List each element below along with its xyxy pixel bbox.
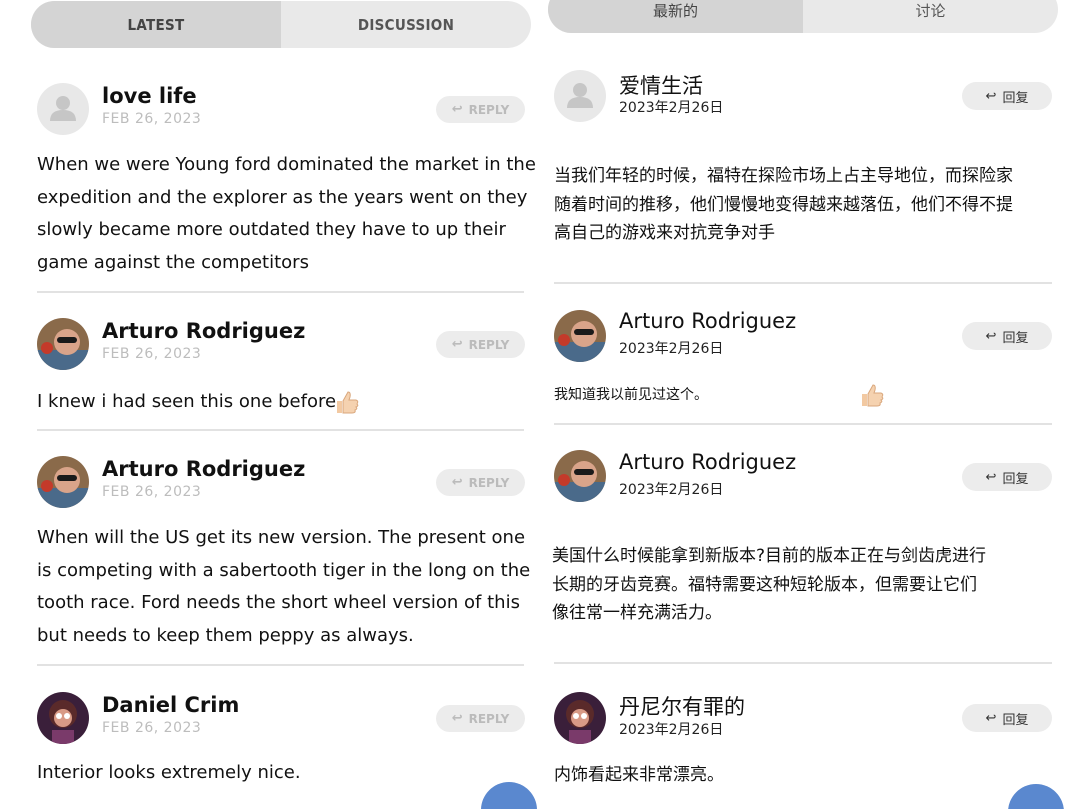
comment-author[interactable]: Daniel Crim bbox=[102, 693, 239, 717]
reply-arrow-icon: ↩ bbox=[985, 710, 997, 726]
reply-arrow-icon: ↩ bbox=[451, 475, 463, 490]
user-photo-avatar[interactable] bbox=[554, 450, 606, 502]
reply-button[interactable]: ↩ 回复 bbox=[962, 322, 1052, 350]
comment-date: FEB 26, 2023 bbox=[102, 346, 202, 362]
default-user-icon[interactable] bbox=[37, 83, 89, 135]
comment-date: 2023年2月26日 bbox=[619, 482, 724, 498]
comment-author[interactable]: love life bbox=[102, 84, 197, 108]
reply-button[interactable]: ↩ 回复 bbox=[962, 704, 1052, 732]
reply-label: 回复 bbox=[1002, 471, 1029, 487]
comment-author[interactable]: Arturo Rodriguez bbox=[102, 319, 305, 343]
comment-text: When will the US get its new version. Th… bbox=[37, 527, 531, 646]
divider bbox=[554, 423, 1052, 425]
user-photo-avatar[interactable] bbox=[554, 692, 606, 744]
tab-latest[interactable]: 最新的 bbox=[548, 0, 803, 33]
tab-latest[interactable]: LATEST bbox=[31, 1, 281, 48]
reply-arrow-icon: ↩ bbox=[985, 328, 997, 344]
reply-button[interactable]: ↩ REPLY bbox=[436, 331, 525, 358]
comment-date: 2023年2月26日 bbox=[619, 722, 724, 738]
comment-text: 当我们年轻的时候，福特在探险市场上占主导地位，而探险家 随着时间的推移，他们慢慢… bbox=[554, 166, 1013, 243]
reply-label: REPLY bbox=[468, 337, 510, 352]
comment-text: I knew i had seen this one before. bbox=[37, 391, 342, 412]
reply-label: REPLY bbox=[468, 711, 510, 726]
comment-date: FEB 26, 2023 bbox=[102, 111, 202, 127]
comment-date: 2023年2月26日 bbox=[619, 341, 724, 357]
tab-discussion[interactable]: 讨论 bbox=[803, 0, 1058, 33]
comment-date: FEB 26, 2023 bbox=[102, 720, 202, 736]
tab-discussion[interactable]: DISCUSSION bbox=[281, 1, 531, 48]
reply-arrow-icon: ↩ bbox=[451, 711, 463, 726]
reply-label: 回复 bbox=[1002, 90, 1029, 106]
thumbs-up-icon bbox=[859, 382, 885, 412]
tab-bar: LATEST DISCUSSION bbox=[31, 1, 531, 48]
user-photo-avatar[interactable] bbox=[554, 310, 606, 362]
reply-button[interactable]: ↩ 回复 bbox=[962, 463, 1052, 491]
floating-action-button[interactable] bbox=[481, 782, 537, 809]
tab-bar: 最新的 讨论 bbox=[548, 0, 1058, 33]
user-photo-avatar[interactable] bbox=[37, 692, 89, 744]
reply-label: REPLY bbox=[468, 102, 510, 117]
divider bbox=[554, 662, 1052, 664]
comment-author[interactable]: Arturo Rodriguez bbox=[102, 457, 305, 481]
reply-label: 回复 bbox=[1002, 330, 1029, 346]
english-comments-panel: LATEST DISCUSSION love life FEB 26, 2023… bbox=[0, 0, 540, 809]
divider bbox=[37, 429, 524, 431]
comment-author[interactable]: Arturo Rodriguez bbox=[619, 450, 796, 474]
default-user-icon[interactable] bbox=[554, 70, 606, 122]
comment-text: 我知道我以前见过这个。 bbox=[554, 387, 708, 403]
chinese-comments-panel: 最新的 讨论 爱情生活 2023年2月26日 ↩ 回复 当我们年轻的时候，福特在… bbox=[540, 0, 1080, 809]
comment-text: 美国什么时候能拿到新版本?目前的版本正在与剑齿虎进行 长期的牙齿竞赛。福特需要这… bbox=[552, 546, 987, 623]
user-photo-avatar[interactable] bbox=[37, 318, 89, 370]
divider bbox=[37, 664, 524, 666]
divider bbox=[554, 282, 1052, 284]
reply-button[interactable]: ↩ REPLY bbox=[436, 705, 525, 732]
reply-label: 回复 bbox=[1002, 712, 1029, 728]
comment-text: Interior looks extremely nice. bbox=[37, 762, 301, 783]
reply-label: REPLY bbox=[468, 475, 510, 490]
reply-button[interactable]: ↩ REPLY bbox=[436, 96, 525, 123]
floating-action-button[interactable] bbox=[1008, 784, 1064, 809]
comment-author[interactable]: 爱情生活 bbox=[619, 70, 703, 100]
comment-author[interactable]: 丹尼尔有罪的 bbox=[619, 691, 745, 721]
comment-date: 2023年2月26日 bbox=[619, 100, 724, 116]
comment-text: When we were Young ford dominated the ma… bbox=[37, 154, 536, 273]
comment-author[interactable]: Arturo Rodriguez bbox=[619, 309, 796, 333]
user-photo-avatar[interactable] bbox=[37, 456, 89, 508]
reply-arrow-icon: ↩ bbox=[985, 88, 997, 104]
reply-arrow-icon: ↩ bbox=[451, 337, 463, 352]
reply-button[interactable]: ↩ REPLY bbox=[436, 469, 525, 496]
thumbs-up-icon bbox=[334, 389, 360, 419]
comment-text: 内饰看起来非常漂亮。 bbox=[554, 765, 724, 785]
reply-arrow-icon: ↩ bbox=[451, 102, 463, 117]
reply-arrow-icon: ↩ bbox=[985, 469, 997, 485]
comment-date: FEB 26, 2023 bbox=[102, 484, 202, 500]
divider bbox=[37, 291, 524, 293]
reply-button[interactable]: ↩ 回复 bbox=[962, 82, 1052, 110]
